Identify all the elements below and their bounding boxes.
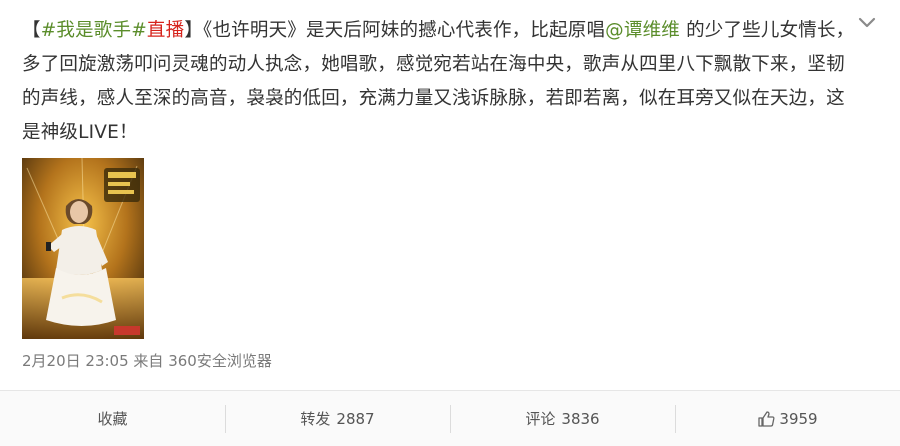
bracket-close: 】: [184, 20, 204, 41]
post-text: 【#我是歌手#直播】《也许明天》是天后阿妹的撼心代表作，比起原唱@谭维维 的少了…: [22, 14, 857, 150]
source-prefix: 来自: [133, 352, 164, 370]
comment-label: 评论: [525, 410, 556, 428]
post-timestamp[interactable]: 2月20日 23:05: [22, 352, 129, 370]
repost-count: 2887: [336, 409, 375, 428]
bracket-open: 【: [22, 20, 41, 41]
comment-count: 3836: [561, 409, 600, 428]
chevron-down-icon[interactable]: [856, 12, 878, 34]
repost-button[interactable]: 转发 2887: [225, 391, 450, 446]
action-bar: 收藏 转发 2887 评论 3836 3959: [0, 391, 900, 446]
thumbs-up-icon: [757, 410, 775, 428]
weibo-post-card: 【#我是歌手#直播】《也许明天》是天后阿妹的撼心代表作，比起原唱@谭维维 的少了…: [0, 0, 900, 446]
post-text-part-1: 《也许明天》是天后阿妹的撼心代表作，比起原唱: [203, 20, 606, 41]
repost-label: 转发: [300, 410, 331, 428]
mention-link[interactable]: @谭维维: [605, 20, 680, 41]
like-count: 3959: [779, 409, 818, 428]
comment-button[interactable]: 评论 3836: [450, 391, 675, 446]
favorite-label: 收藏: [97, 410, 128, 428]
like-button[interactable]: 3959: [675, 391, 900, 446]
post-image-thumbnail[interactable]: [22, 158, 144, 339]
topic-link[interactable]: #我是歌手#: [41, 20, 147, 41]
live-tag[interactable]: 直播: [147, 20, 184, 41]
post-meta: 2月20日 23:05 来自 360安全浏览器: [22, 350, 272, 372]
post-source[interactable]: 360安全浏览器: [168, 352, 272, 370]
favorite-button[interactable]: 收藏: [0, 391, 225, 446]
